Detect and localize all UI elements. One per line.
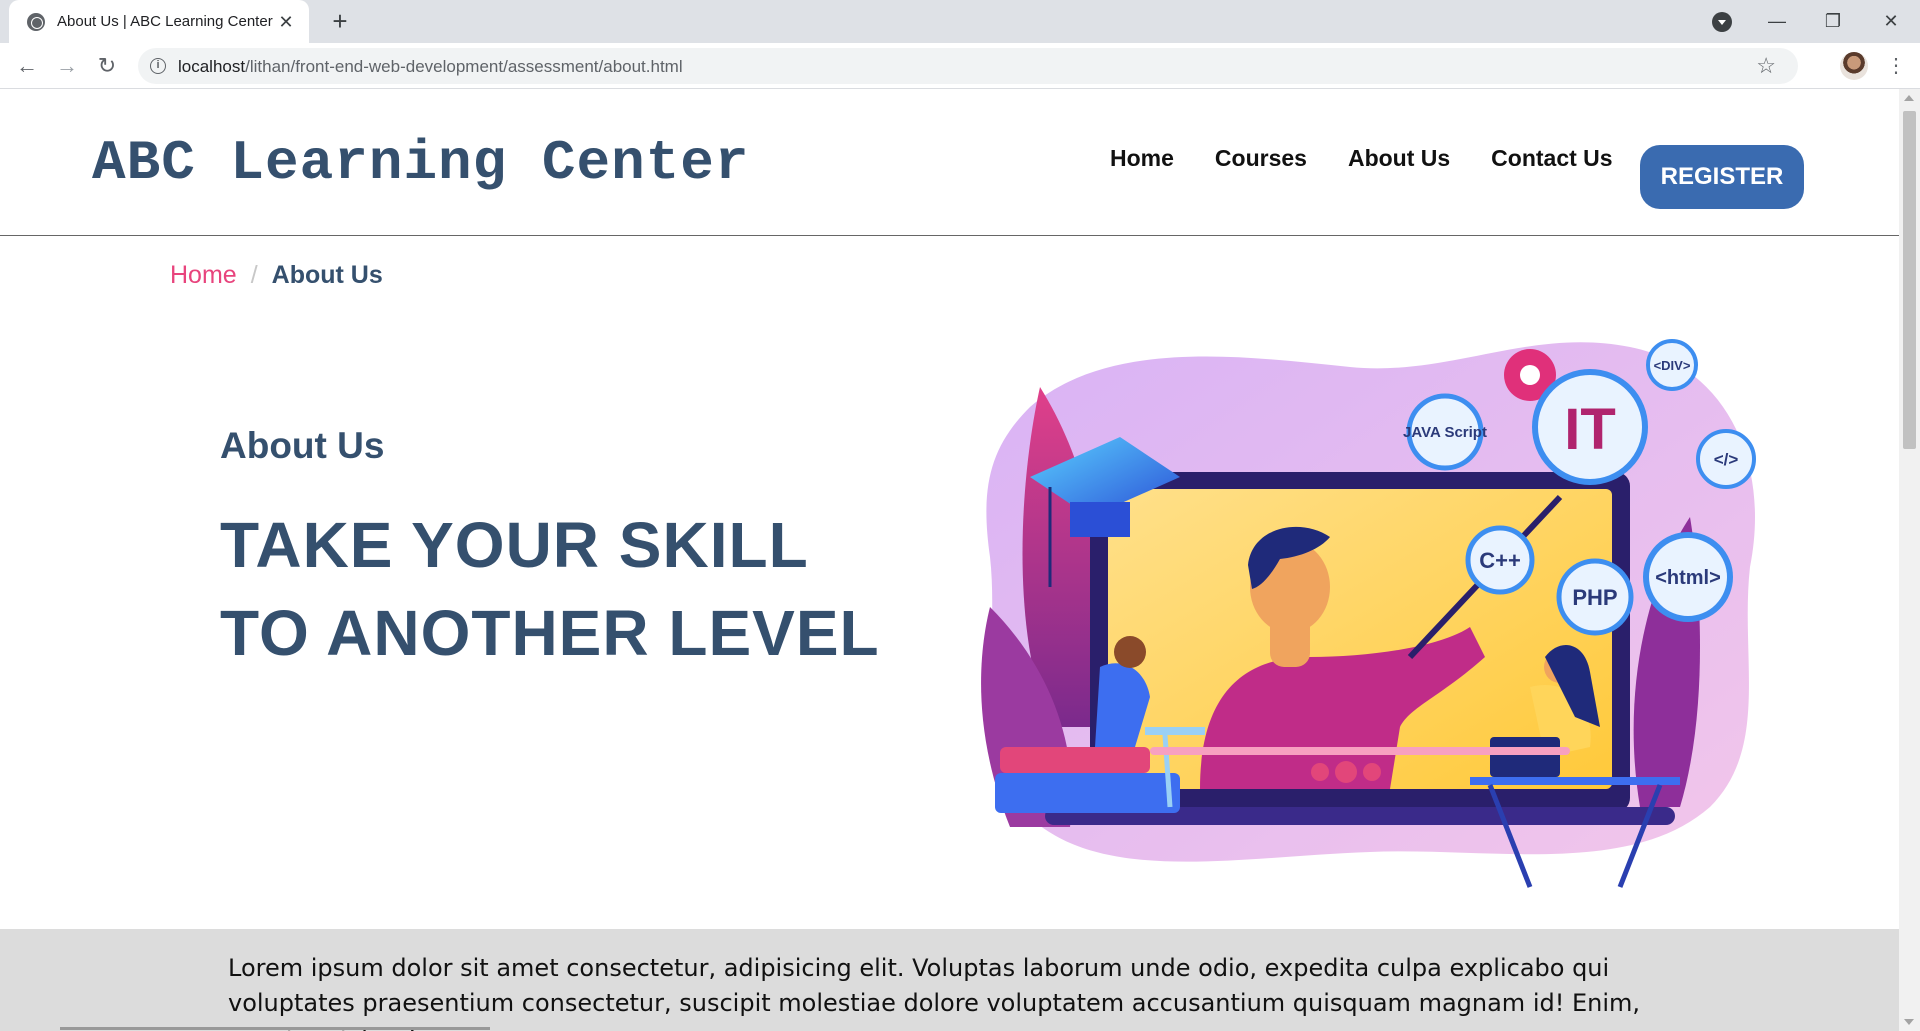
browser-tab-strip: About Us | ABC Learning Center ✕ + — ❐ ✕	[0, 0, 1920, 43]
scroll-thumb[interactable]	[1903, 111, 1916, 449]
bubble-html-label: <html>	[1655, 567, 1721, 589]
site-logo[interactable]: ABC Learning Center	[92, 131, 750, 195]
tagline-line-1: TAKE YOUR SKILL	[220, 509, 809, 581]
page-viewport: ABC Learning Center Home Courses About U…	[0, 89, 1899, 1031]
intro-section: Lorem ipsum dolor sit amet consectetur, …	[0, 929, 1899, 1031]
url-text[interactable]: localhost/lithan/front-end-web-developme…	[178, 57, 683, 77]
plus-icon[interactable]: +	[326, 8, 354, 36]
bubble-it: IT	[1532, 369, 1648, 485]
bubble-div: <DIV>	[1646, 339, 1698, 391]
bubble-it-label: IT	[1564, 397, 1616, 462]
scroll-up-icon[interactable]	[1904, 95, 1914, 101]
browser-tab[interactable]: About Us | ABC Learning Center ✕	[9, 0, 309, 43]
bubble-php-label: PHP	[1572, 585, 1617, 610]
scroll-down-icon[interactable]	[1904, 1019, 1914, 1025]
hero-tagline: TAKE YOUR SKILL TO ANOTHER LEVEL	[220, 501, 880, 677]
bubble-html: <html>	[1643, 532, 1733, 622]
back-icon[interactable]: ←	[12, 51, 42, 81]
bubble-div-label: <DIV>	[1654, 358, 1691, 373]
avatar[interactable]	[1840, 52, 1868, 80]
browser-toolbar: ← → ↻ i localhost/lithan/front-end-web-d…	[0, 43, 1920, 89]
url-path: /lithan/front-end-web-development/assess…	[245, 57, 683, 76]
bubble-code: </>	[1696, 429, 1756, 489]
close-window-icon[interactable]: ✕	[1876, 6, 1906, 36]
tab-title: About Us | ABC Learning Center	[57, 13, 273, 30]
nav-courses[interactable]: Courses	[1215, 145, 1307, 172]
nav-home[interactable]: Home	[1110, 145, 1174, 172]
bubble-java-label: JAVA Script	[1403, 424, 1487, 441]
tagline-line-2: TO ANOTHER LEVEL	[220, 597, 880, 669]
url-host: localhost	[178, 57, 246, 76]
info-icon[interactable]: i	[150, 58, 166, 74]
bubble-code-label: </>	[1714, 450, 1739, 469]
breadcrumb: Home / About Us	[170, 261, 383, 290]
hero-illustration: IT JAVA Script <DIV> </> C++ PHP <html>	[981, 339, 1756, 888]
register-button[interactable]: REGISTER	[1640, 145, 1804, 209]
bubble-cpp-label: C++	[1479, 548, 1521, 573]
site-header: ABC Learning Center Home Courses About U…	[0, 89, 1899, 236]
breadcrumb-home[interactable]: Home	[170, 261, 237, 290]
restore-icon[interactable]: ❐	[1818, 6, 1848, 36]
breadcrumb-current: About Us	[271, 261, 383, 289]
menu-icon[interactable]: ⋮	[1886, 52, 1906, 80]
nav-contact[interactable]: Contact Us	[1491, 145, 1612, 172]
breadcrumb-separator: /	[250, 261, 258, 289]
address-bar[interactable]: i localhost/lithan/front-end-web-develop…	[138, 48, 1798, 84]
horizontal-scroll-indicator	[60, 1027, 490, 1030]
forward-icon[interactable]: →	[52, 51, 82, 81]
minimize-icon[interactable]: —	[1762, 6, 1792, 36]
tab-search-icon[interactable]	[1712, 12, 1732, 32]
reload-icon[interactable]: ↻	[92, 51, 122, 81]
page-title: About Us	[220, 425, 385, 466]
star-icon[interactable]: ☆	[1756, 53, 1776, 79]
intro-text: Lorem ipsum dolor sit amet consectetur, …	[228, 954, 1641, 1031]
globe-icon	[27, 12, 45, 31]
bubble-cpp: C++	[1465, 525, 1535, 595]
nav-about[interactable]: About Us	[1348, 145, 1450, 172]
main-nav: Home Courses About Us Contact Us	[1110, 145, 1654, 172]
page-scrollbar[interactable]	[1899, 89, 1920, 1031]
bubble-php: PHP	[1556, 558, 1634, 636]
close-icon[interactable]: ✕	[277, 13, 295, 31]
